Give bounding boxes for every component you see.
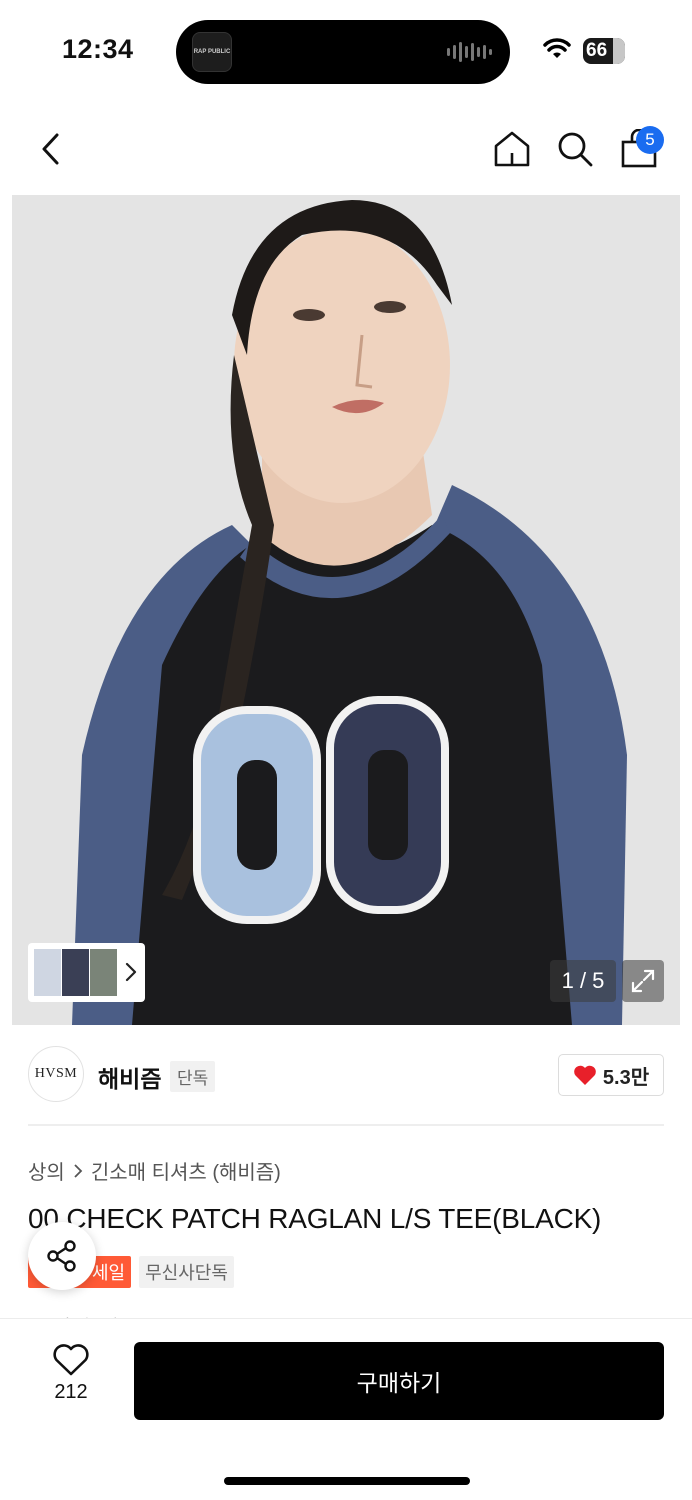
exclusive-badge: 무신사단독 (139, 1256, 234, 1288)
dynamic-island: RAP PUBLIC (176, 20, 510, 84)
cart-count-badge: 5 (636, 126, 664, 154)
divider (28, 1124, 664, 1126)
share-button[interactable] (28, 1222, 96, 1290)
brand-exclusive-tag: 단독 (170, 1061, 216, 1092)
chevron-right-icon (125, 962, 137, 982)
brand-row: HVSM 해비즘 단독 5.3만 (28, 1046, 664, 1106)
home-indicator (224, 1477, 470, 1485)
battery-level: 66 (586, 40, 608, 61)
product-image[interactable]: 1 / 5 (12, 195, 680, 1025)
status-time: 12:34 (62, 34, 134, 64)
island-app-label: RAP PUBLIC (193, 48, 231, 55)
brand-like-count: 5.3만 (602, 1066, 650, 1089)
chevron-right-icon (74, 1163, 83, 1178)
now-playing-app-icon: RAP PUBLIC (192, 32, 232, 72)
brand-logo[interactable]: HVSM (28, 1046, 84, 1102)
breadcrumb-category[interactable]: 상의 (28, 1156, 65, 1185)
gallery-pager: 1 / 5 (550, 960, 616, 1002)
bottom-action-bar: 212 구매하기 (0, 1318, 692, 1500)
heart-outline-icon (53, 1344, 89, 1376)
wishlist-button[interactable]: 212 (36, 1343, 106, 1413)
status-bar: 12:34 RAP PUBLIC 66 (0, 0, 692, 100)
brand-like-button[interactable]: 5.3만 (558, 1054, 664, 1096)
product-title: 00 CHECK PATCH RAGLAN L/S TEE(BLACK) (28, 1203, 602, 1234)
heart-filled-icon (574, 1065, 596, 1085)
home-icon (494, 131, 530, 167)
back-button[interactable] (26, 124, 76, 174)
top-nav: 5 (0, 110, 692, 190)
expand-icon (631, 969, 655, 993)
home-button[interactable] (487, 124, 537, 174)
search-icon (558, 132, 593, 167)
brand-name[interactable]: 해비즘 (98, 1060, 161, 1094)
battery-indicator: 66 (583, 38, 625, 64)
product-photo (12, 195, 680, 1025)
audio-wave-icon (447, 42, 492, 62)
gallery-thumbnail-strip[interactable] (28, 943, 145, 1002)
wifi-icon (543, 38, 571, 58)
search-button[interactable] (550, 124, 600, 174)
chevron-left-icon (42, 133, 59, 165)
breadcrumb: 상의 긴소매 티셔츠 (해비즘) (28, 1156, 281, 1185)
buy-button[interactable]: 구매하기 (134, 1342, 664, 1420)
expand-image-button[interactable] (622, 960, 664, 1002)
share-icon (47, 1240, 76, 1272)
breadcrumb-subcategory[interactable]: 긴소매 티셔츠 (해비즘) (91, 1156, 281, 1185)
wishlist-count: 212 (54, 1381, 88, 1403)
